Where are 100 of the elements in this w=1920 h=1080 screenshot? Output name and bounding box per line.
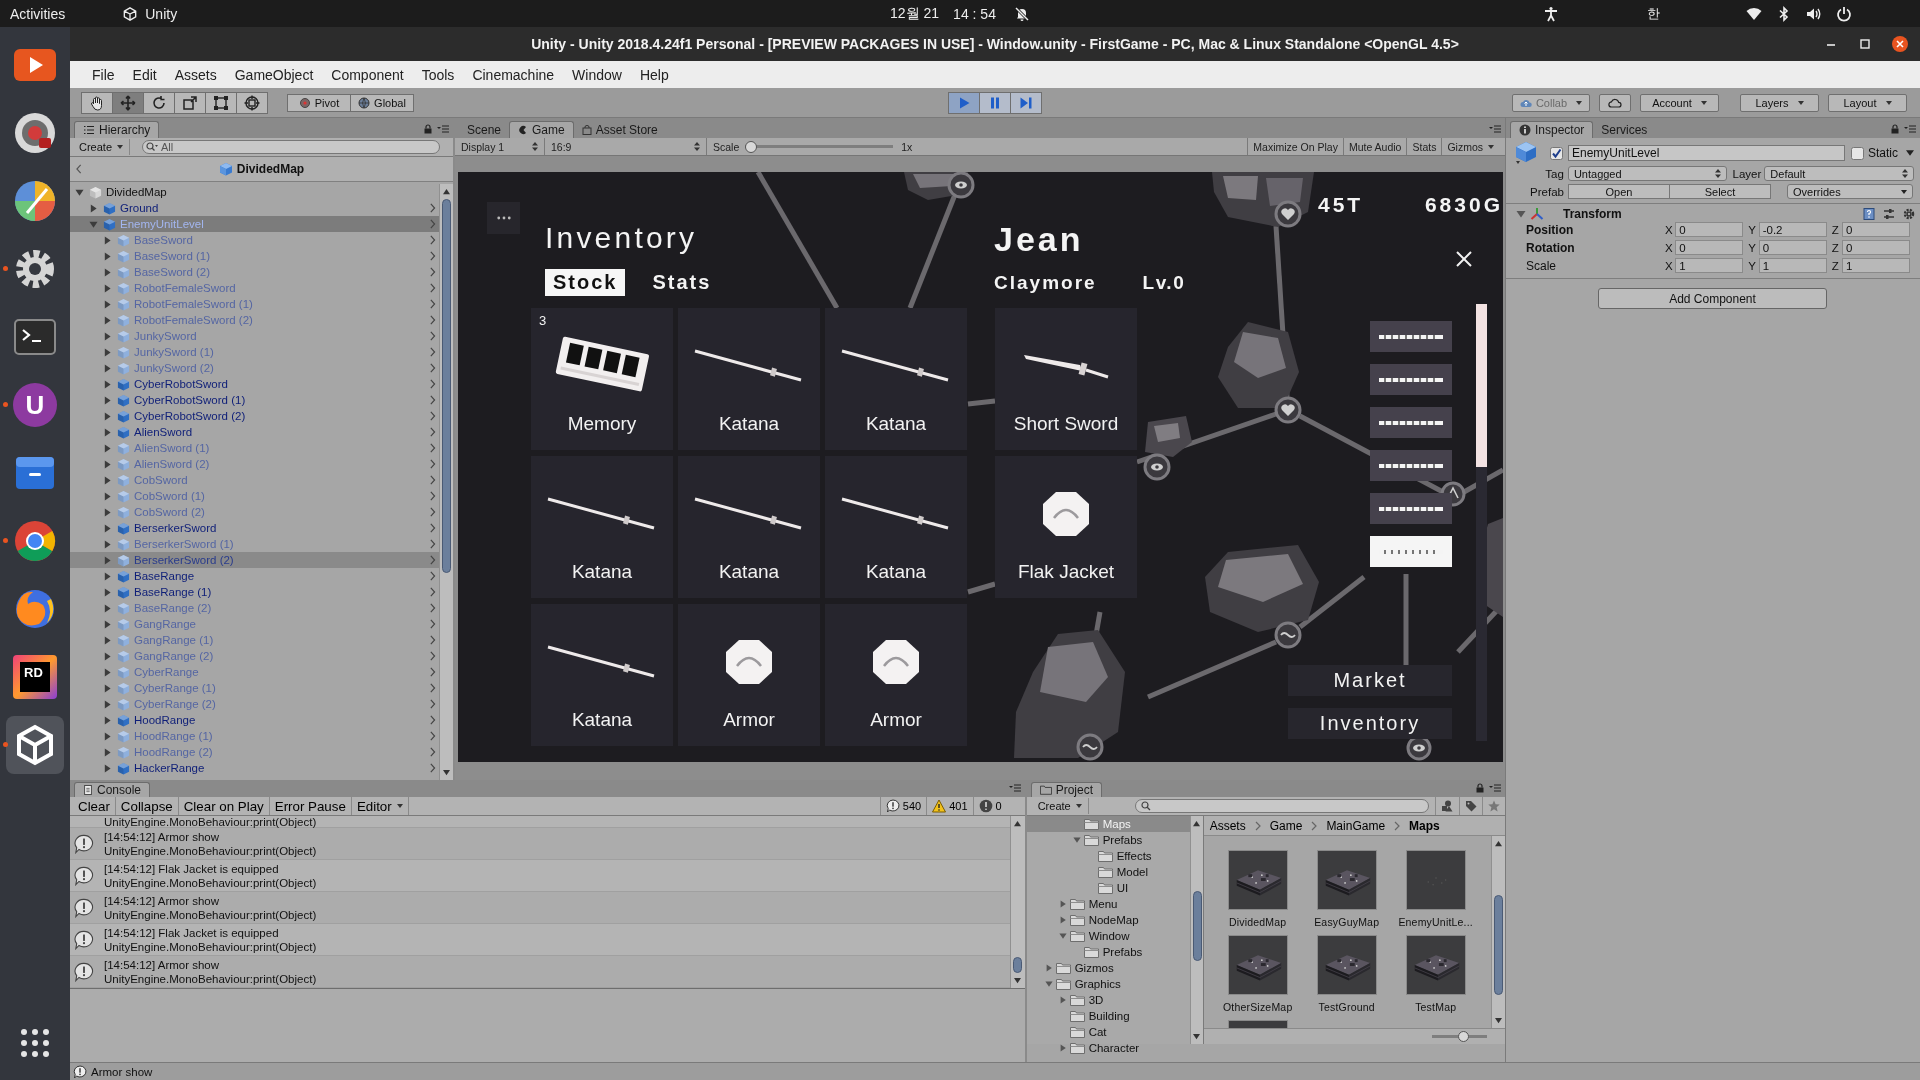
log-entry[interactable]: UnityEngine.MonoBehaviour:print(Object) [70, 816, 1010, 828]
project-tab[interactable]: Project [1030, 782, 1103, 797]
inspector-tab[interactable]: Services [1593, 121, 1656, 138]
number-field[interactable]: 0 [1758, 240, 1827, 255]
map-thumbnail[interactable] [1405, 935, 1466, 995]
scrollbar-thumb[interactable] [1476, 304, 1487, 467]
pulldown-title[interactable]: Cinemachine [463, 66, 564, 83]
folder-tree-item[interactable]: Window [1026, 928, 1190, 944]
sliders-icon[interactable] [1883, 207, 1895, 220]
slider-thumb[interactable] [1458, 1031, 1470, 1042]
gizmos-dropdown[interactable]: Gizmos [1441, 138, 1499, 155]
map-thumbnail[interactable] [1227, 935, 1288, 995]
scroll-down-icon[interactable] [442, 769, 451, 776]
map-thumbnail[interactable] [1316, 850, 1377, 910]
map-node-icon[interactable] [1076, 733, 1104, 761]
menu-button[interactable]: Inventory [1288, 708, 1452, 739]
scroll-down-icon[interactable] [1494, 1017, 1503, 1024]
foldout-arrow-icon[interactable] [103, 315, 112, 325]
lock-icon[interactable] [1890, 124, 1900, 134]
tool-button[interactable] [143, 91, 175, 114]
hierarchy-item[interactable]: Ground [70, 200, 439, 216]
scrollbar-thumb[interactable] [1494, 895, 1503, 995]
foldout-arrow-icon[interactable] [103, 603, 112, 613]
overrides-dropdown[interactable]: Overrides [1787, 184, 1913, 199]
foldout-arrow-icon[interactable] [1058, 996, 1067, 1004]
eye-node-icon[interactable] [1143, 453, 1171, 481]
heart-node-icon[interactable] [1274, 200, 1302, 228]
log-count-toggle[interactable]: 401 [926, 797, 973, 815]
hierarchy-item[interactable]: HackerRange [70, 760, 439, 776]
maximize-icon[interactable] [1858, 37, 1872, 51]
inventory-slot[interactable]: 3 Memory [531, 308, 673, 450]
foldout-arrow-icon[interactable] [103, 619, 112, 629]
static-checkbox[interactable] [1851, 146, 1864, 160]
tool-button[interactable] [112, 91, 144, 114]
foldout-arrow-icon[interactable] [103, 395, 112, 405]
scale-slider[interactable] [745, 140, 894, 153]
foldout-arrow-icon[interactable] [103, 715, 112, 725]
accessibility-icon[interactable] [1543, 5, 1559, 22]
foldout-arrow-icon[interactable] [103, 555, 112, 565]
foldout-arrow-icon[interactable] [103, 251, 112, 261]
folder-tree-item[interactable]: Cat [1026, 1024, 1190, 1040]
inventory-slot[interactable]: Katana [825, 308, 967, 450]
portrait-placeholder[interactable] [1370, 407, 1452, 438]
inventory-slot[interactable]: Katana [531, 604, 673, 746]
scroll-up-icon[interactable] [1494, 840, 1503, 847]
equipment-slot[interactable]: Short Sword [995, 308, 1137, 450]
help-book-icon[interactable] [1863, 207, 1875, 220]
scroll-down-icon[interactable] [1013, 977, 1023, 984]
log-entry[interactable]: [14:54:12] Armor show UnityEngine.MonoBehaviour:print(Object) [70, 828, 1010, 860]
cloud-button[interactable] [1599, 93, 1631, 112]
foldout-arrow-icon[interactable] [1044, 964, 1053, 972]
portrait-placeholder[interactable] [1370, 321, 1452, 352]
menu-button[interactable]: Market [1288, 665, 1452, 696]
folder-tree-item[interactable]: NodeMap [1026, 912, 1190, 928]
global-toggle[interactable]: Global [350, 93, 414, 112]
folder-tree-item[interactable]: Model [1026, 864, 1190, 880]
foldout-arrow-icon[interactable] [103, 443, 112, 453]
log-entry[interactable]: [14:54:12] Flak Jacket is equipped UnityEngine.MonoBehaviour:print(Object) [70, 924, 1010, 956]
dock-item[interactable] [6, 716, 64, 774]
time-text[interactable]: 14 : 54 [953, 5, 996, 22]
dock-item[interactable]: U [6, 376, 64, 434]
create-dropdown[interactable]: Create [1031, 798, 1089, 814]
log-entry[interactable]: [14:54:12] Flak Jacket is equipped UnityEngine.MonoBehaviour:print(Object) [70, 860, 1010, 892]
folder-tree-item[interactable]: Menu [1026, 896, 1190, 912]
foldout-arrow-icon[interactable] [1058, 1044, 1067, 1052]
map-thumbnail[interactable] [1227, 850, 1288, 910]
foldout-arrow-icon[interactable] [103, 635, 112, 645]
tool-button[interactable] [205, 91, 237, 114]
pulldown-title[interactable]: File [83, 66, 124, 83]
game-view-toggle[interactable]: Stats [1406, 138, 1442, 155]
inventory-tab[interactable]: Stats [644, 269, 720, 296]
portrait-placeholder[interactable] [1370, 450, 1452, 481]
close-icon[interactable] [1892, 36, 1908, 52]
app-menu-button[interactable]: Unity [123, 5, 178, 22]
foldout-arrow-icon[interactable] [1044, 980, 1053, 988]
foldout-arrow-icon[interactable] [103, 683, 112, 693]
foldout-arrow-icon[interactable] [103, 763, 112, 773]
caret-icon[interactable] [1906, 150, 1914, 156]
pivot-toggle[interactable]: Pivot [287, 93, 351, 112]
foldout-arrow-icon[interactable] [103, 651, 112, 661]
map-node-icon[interactable] [1274, 621, 1302, 649]
hierarchy-item[interactable]: CyberRobotSword (2) [70, 408, 439, 424]
activities-button[interactable]: Activities [10, 5, 66, 22]
aspect-dropdown[interactable]: 16:9 [545, 138, 707, 155]
foldout-arrow-icon[interactable] [103, 587, 112, 597]
search-field[interactable] [1134, 799, 1430, 813]
number-field[interactable]: 0 [1675, 222, 1744, 237]
hierarchy-tab[interactable]: Hierarchy [74, 121, 160, 138]
foldout-arrow-icon[interactable] [103, 539, 112, 549]
back-chevron-icon[interactable] [75, 164, 83, 174]
pulldown-title[interactable]: Help [630, 66, 678, 83]
name-field[interactable]: EnemyUnitLevel [1568, 145, 1845, 161]
view-tab[interactable]: Asset Store [573, 121, 666, 138]
hierarchy-item[interactable]: CyberRobotSword (1) [70, 392, 439, 408]
layer-dropdown[interactable]: Default [1764, 166, 1914, 181]
folder-tree-item[interactable]: Graphics [1026, 976, 1190, 992]
pulldown-title[interactable]: Assets [165, 66, 226, 83]
foldout-arrow-icon[interactable] [103, 747, 112, 757]
console-button[interactable]: Clear [73, 797, 116, 815]
folder-tree-item[interactable]: Gizmos [1026, 960, 1190, 976]
